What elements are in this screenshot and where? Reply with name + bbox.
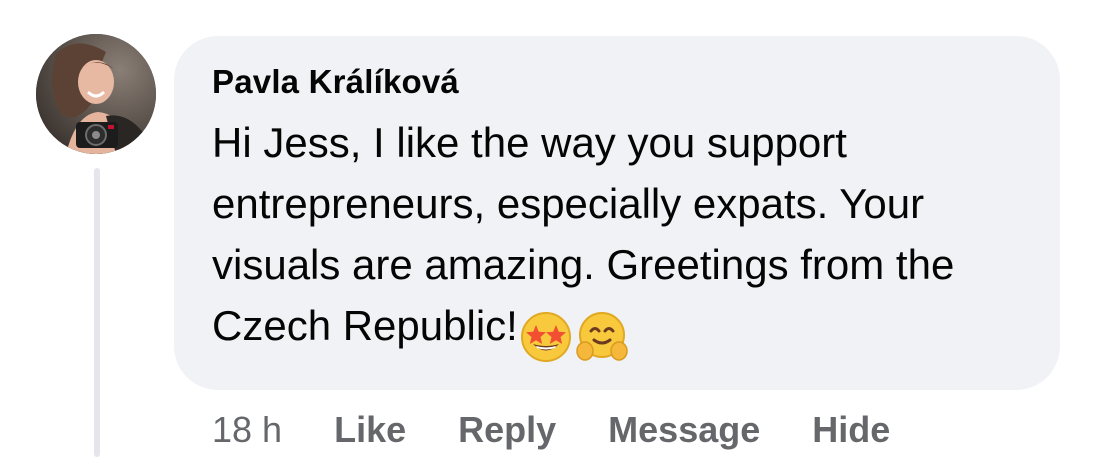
author-name[interactable]: Pavla Králíková <box>212 63 459 101</box>
comment-text: Hi Jess, I like the way you support entr… <box>212 112 1042 364</box>
avatar-photo <box>36 34 156 154</box>
reply-button[interactable]: Reply <box>458 409 556 451</box>
timestamp[interactable]: 18 h <box>212 409 282 451</box>
message-button[interactable]: Message <box>608 409 760 451</box>
comment-actions: 18 h Like Reply Message Hide <box>212 408 890 452</box>
star-struck-emoji <box>520 303 628 364</box>
hide-button[interactable]: Hide <box>812 409 890 451</box>
like-button[interactable]: Like <box>334 409 406 451</box>
avatar[interactable] <box>36 34 156 154</box>
thread-line <box>94 168 100 457</box>
comment-container: Pavla Králíková Hi Jess, I like the way … <box>0 0 1111 457</box>
